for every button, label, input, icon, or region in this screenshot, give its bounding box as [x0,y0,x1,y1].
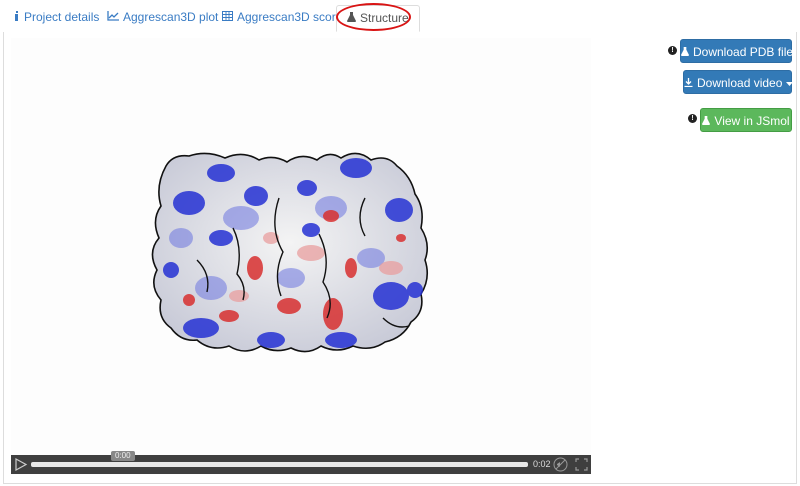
volume-muted-icon[interactable] [553,457,568,472]
flask-icon [702,109,711,133]
flask-icon [347,6,356,31]
download-video-dropdown[interactable]: Download video [683,70,793,95]
current-time: 0:00 [111,451,135,461]
fullscreen-icon[interactable] [574,457,589,472]
button-label: Download video [697,76,783,90]
table-icon [222,5,233,30]
caret-down-icon [785,76,793,90]
tab-label: Aggrescan3D plot [123,10,219,24]
tab-structure[interactable]: Structure [336,5,420,32]
tab-aggrescan3d-plot[interactable]: Aggrescan3D plot [97,5,228,32]
line-chart-icon [107,5,119,30]
tab-bar: Project details Aggrescan3D plot Aggresc… [0,0,800,33]
end-time: 0:02 [533,459,551,469]
tab-aggrescan3d-score[interactable]: Aggrescan3D score [212,5,352,32]
tab-label: Structure [360,11,409,25]
view-jsmol-info-icon[interactable]: ! [688,114,697,123]
play-icon [15,457,28,472]
tab-label: Project details [24,10,100,24]
tab-project-details[interactable]: Project details [4,5,109,32]
button-label: Download PDB file [693,45,794,59]
video-controls: 0:00 0:02 [11,451,591,474]
structure-video[interactable] [11,38,591,475]
video-progress-bar[interactable]: 0:00 [31,451,528,467]
info-icon [14,5,20,30]
flask-icon [681,40,689,64]
tab-label: Aggrescan3D score [237,10,343,24]
protein-surface-image [151,152,429,353]
download-pdb-info-icon[interactable]: ! [668,46,677,55]
button-label: View in JSmol [714,114,790,128]
play-button[interactable] [14,457,28,472]
download-icon [684,71,693,95]
view-jsmol-button[interactable]: View in JSmol [700,108,792,132]
download-pdb-button[interactable]: Download PDB file [680,39,794,64]
